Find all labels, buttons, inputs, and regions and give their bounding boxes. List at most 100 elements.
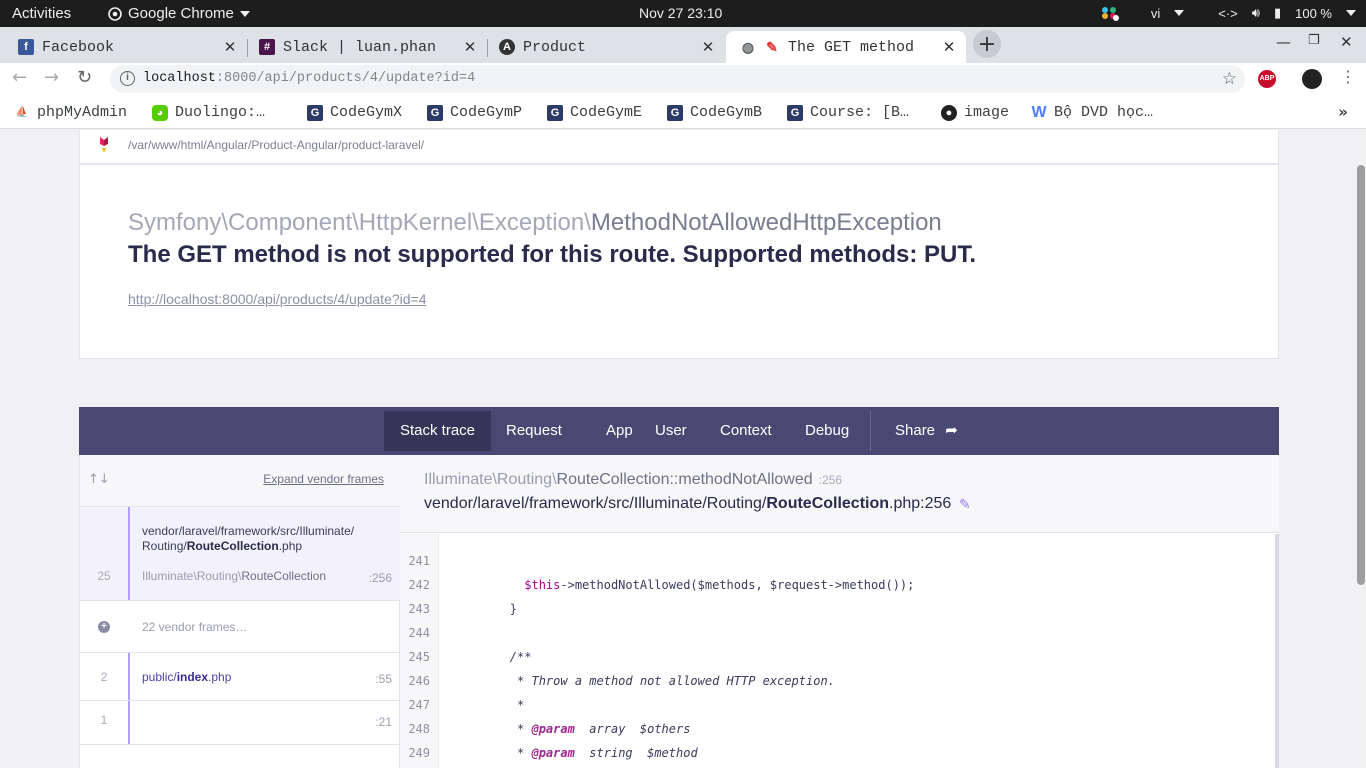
line-number: 248 [408,722,430,736]
bookmarks-overflow-icon[interactable]: » [1338,103,1348,121]
frame-number: 25 [97,569,111,583]
tab-title: Product [523,38,587,56]
duolingo-icon: ◕ [152,104,168,121]
code-text: * @param array $others [452,722,691,736]
code-text: * Throw a method not allowed HTTP except… [452,674,835,688]
chrome-icon [108,6,122,21]
exception-name: MethodNotAllowedHttpException [590,209,942,236]
system-top-bar: Activities Google Chrome Nov 27 23:10 vi… [0,0,1366,27]
code-line: 243 } [400,597,517,621]
minimize-icon[interactable]: — [1276,33,1291,51]
url-path: :8000/api/products/4/update?id=4 [215,71,476,86]
expand-vendor-frames-link[interactable]: Expand vendor frames [263,472,384,486]
chevron-down-icon [1174,10,1185,16]
system-tray[interactable]: vi <·> 🔊︎ ▮ 100 % [1099,4,1356,22]
frame-file-name: RouteCollection [186,539,279,553]
codegym-icon: G [787,104,803,121]
tab-debug[interactable]: Debug [789,407,865,455]
stack-frame[interactable]: vendor/laravel/framework/src/Illuminate/… [80,507,400,601]
bookmark-star-icon[interactable]: ☆ [1222,65,1237,93]
edit-pencil-icon[interactable]: ✎ [959,497,971,513]
frame-method: Illuminate\Routing\RouteCollection::meth… [424,471,842,489]
code-text: $this->methodNotAllowed($methods, $reque… [524,578,915,592]
battery-percent: 100 % [1295,5,1332,21]
w-icon: W [1031,103,1047,121]
code-line: 245 /** [400,645,531,669]
extension-icon[interactable] [1302,69,1322,89]
close-icon[interactable]: ✕ [221,38,239,56]
stack-frame[interactable]: 2 public/index.php :55 [80,653,400,701]
back-icon[interactable]: ← [12,67,27,88]
scrollbar-thumb[interactable] [1357,165,1365,585]
close-icon[interactable]: ✕ [699,38,717,56]
tab-slack[interactable]: # Slack | luan.phan ✕ [245,31,488,63]
ignition-icon: ✎ [766,38,778,55]
tab-request[interactable]: Request [490,407,578,455]
slack-tray-icon[interactable] [1099,4,1119,22]
frame-file: public/index.php [142,670,231,685]
new-tab-button[interactable]: + [973,30,1001,58]
bookmark-label: Course: [B… [810,104,910,121]
code-text: /** [452,650,532,664]
tab-strip: f Facebook ✕ # Slack | luan.phan ✕ A Pro… [0,27,1366,63]
address-bar[interactable]: i localhost:8000/api/products/4/update?i… [110,65,1245,93]
bookmark-codegymp[interactable]: G CodeGymP [427,104,522,121]
exception-card: Symfony\Component\HttpKernel\Exception\M… [79,164,1279,359]
maximize-icon[interactable]: ❐ [1308,33,1320,48]
bookmark-codegymx[interactable]: G CodeGymX [307,104,402,121]
bookmark-duolingo[interactable]: ◕ Duolingo:… [152,104,265,121]
method-line: :256 [818,473,843,487]
codegym-icon: G [667,104,683,121]
angular-icon: A [499,39,515,55]
code-line: 249 * @param string $method [400,741,697,765]
chevron-down-icon [239,10,250,17]
line-number: 245 [408,650,430,664]
stack-frame[interactable]: 1 :21 [80,701,400,745]
tab-get-method[interactable]: ◍ ✎ The GET method ✕ [726,31,966,63]
bookmark-course[interactable]: G Course: [B… [787,104,909,121]
tab-context[interactable]: Context [704,407,788,455]
page-scrollbar[interactable] [1356,130,1366,768]
activities-button[interactable]: Activities [12,5,71,22]
bookmark-image[interactable]: ● image [941,104,1009,121]
app-menu[interactable]: Google Chrome [108,5,250,22]
frame-number: 2 [100,670,108,684]
bookmark-codegymb[interactable]: G CodeGymB [667,104,762,121]
close-icon[interactable]: ✕ [461,38,479,56]
clock[interactable]: Nov 27 23:10 [639,5,722,21]
close-window-icon[interactable]: ✕ [1340,33,1353,51]
bookmark-label: CodeGymX [330,104,403,121]
menu-icon[interactable]: ⋮ [1340,67,1356,86]
vendor-frames-toggle[interactable]: + 22 vendor frames… [80,601,400,653]
nav-divider [870,411,871,451]
project-path: /var/www/html/Angular/Product-Angular/pr… [128,138,425,152]
line-number: 246 [408,674,430,688]
arrow-up-down-icon[interactable]: ↑↓ [88,472,110,487]
site-info-icon[interactable]: i [120,71,135,86]
tab-product[interactable]: A Product ✕ [485,31,725,63]
code-line: 248 * @param array $others [400,717,690,741]
code-scrollbar[interactable] [1275,534,1279,768]
bookmark-phpmyadmin[interactable]: ⛵ phpMyAdmin [14,104,127,121]
bookmark-dvd[interactable]: W Bộ DVD học… [1031,103,1153,122]
adblock-icon[interactable]: ABP [1258,70,1276,88]
tab-share[interactable]: Share ➦ [879,407,974,455]
browser-toolbar: ← → ↻ i localhost:8000/api/products/4/up… [0,63,1366,95]
method-namespace: Illuminate\Routing\ [424,471,557,488]
forward-icon[interactable]: → [44,67,59,88]
bookmark-codegyme[interactable]: G CodeGymE [547,104,642,121]
frame-file-name: index [176,670,209,684]
line-number: 249 [408,746,430,760]
tab-stack-trace[interactable]: Stack trace [384,411,492,451]
code-line: 241 [400,549,430,573]
tab-user[interactable]: User [639,407,703,455]
frame-detail: Illuminate\Routing\RouteCollection::meth… [400,455,1279,768]
url-host: localhost [143,71,216,86]
tab-facebook[interactable]: f Facebook ✕ [4,31,248,63]
close-icon[interactable]: ✕ [940,38,958,56]
reload-icon[interactable]: ↻ [77,67,92,88]
frame-line: :21 [375,715,392,729]
request-url-link[interactable]: http://localhost:8000/api/products/4/upd… [128,291,427,307]
codegym-icon: G [427,104,443,121]
language-indicator[interactable]: vi [1151,6,1160,21]
